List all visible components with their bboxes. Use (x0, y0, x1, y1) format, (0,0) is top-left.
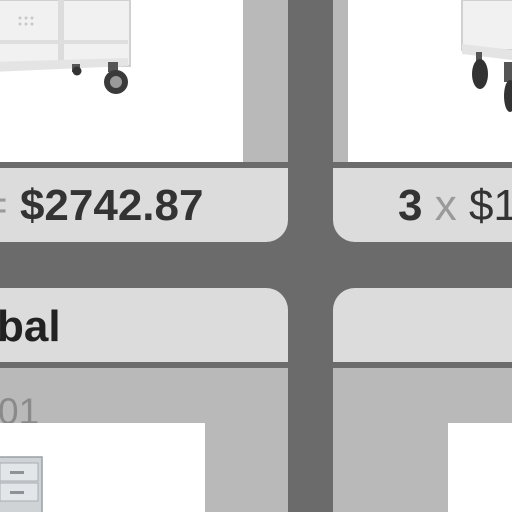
equals-sign: = (0, 181, 8, 230)
product-image-cart[interactable] (0, 0, 243, 162)
times-sign: x (434, 181, 457, 230)
product-image-cabinet[interactable] (0, 423, 205, 512)
unit-price: $1 (468, 181, 512, 230)
storage-cart-image (461, 0, 512, 112)
title-panel (333, 288, 512, 362)
storage-cart-image (0, 0, 131, 94)
price-line: = $2742.87 (0, 183, 203, 229)
file-cabinet-image (0, 456, 43, 512)
product-title[interactable]: bal (0, 302, 61, 352)
card-accent-strip (243, 0, 288, 162)
product-image-cart[interactable] (348, 0, 512, 162)
product-image[interactable] (448, 423, 512, 512)
total-price: $2742.87 (19, 181, 204, 230)
price-line: 3 x $1 (398, 183, 512, 229)
quantity: 3 (398, 181, 423, 230)
card-accent-strip (333, 0, 348, 162)
